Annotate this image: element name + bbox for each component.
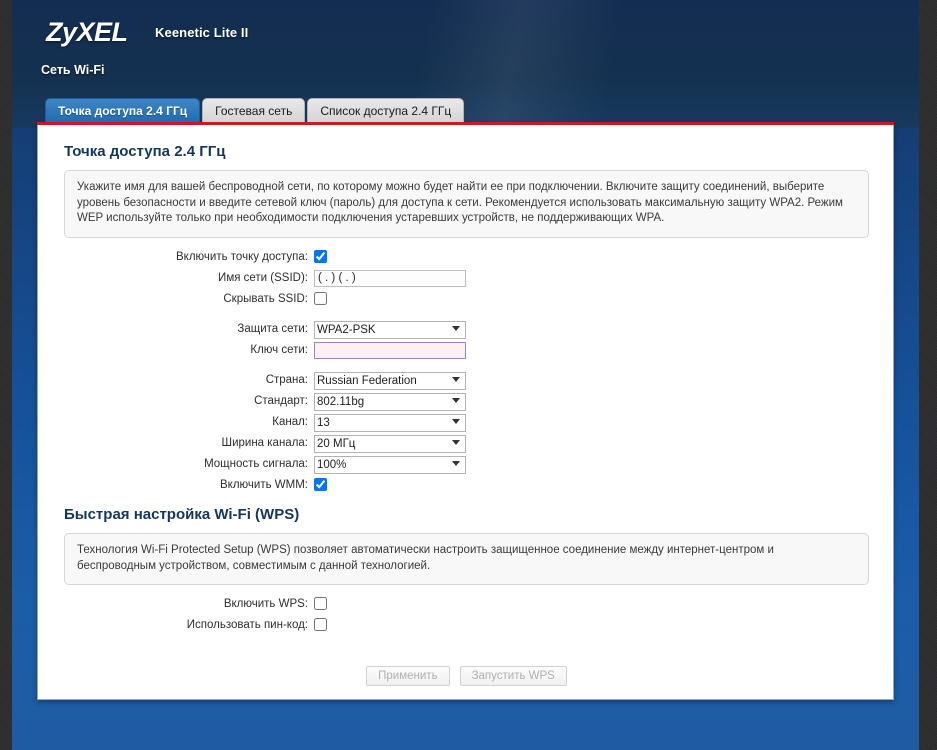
security-select[interactable]: WPA2-PSK <box>314 320 466 339</box>
channel-width-select-wrap: 20 МГц <box>314 434 466 453</box>
zyxel-logo: ZyXEL <box>46 17 128 47</box>
row-channel: Канал: 13 <box>38 413 895 432</box>
content-panel: Точка доступа 2.4 ГГц Укажите имя для ва… <box>37 122 894 700</box>
tab-access-list[interactable]: Список доступа 2.4 ГГц <box>307 98 465 123</box>
tab-bar: Точка доступа 2.4 ГГц Гостевая сеть Спис… <box>45 97 465 123</box>
standard-label: Стандарт: <box>254 394 308 407</box>
access-point-info-box: Укажите имя для вашей беспроводной сети,… <box>64 170 869 238</box>
country-select[interactable]: Russian Federation <box>314 371 466 390</box>
enable-wps-checkbox[interactable] <box>314 596 327 610</box>
browser-frame: ZyXEL Keenetic Lite II Сеть Wi-Fi Точка … <box>0 0 937 750</box>
hide-ssid-field <box>314 290 327 308</box>
enable-wps-field <box>314 595 327 613</box>
row-security: Защита сети: WPA2-PSK <box>38 320 895 339</box>
channel-select-wrap: 13 <box>314 413 466 432</box>
router-page: ZyXEL Keenetic Lite II Сеть Wi-Fi Точка … <box>12 0 919 750</box>
standard-select-wrap: 802.11bg <box>314 392 466 411</box>
wps-info-box: Технология Wi-Fi Protected Setup (WPS) п… <box>64 533 869 585</box>
row-channel-width: Ширина канала: 20 МГц <box>38 434 895 453</box>
use-pin-field <box>314 616 327 634</box>
country-field: Russian Federation <box>314 371 466 390</box>
country-label: Страна: <box>265 373 308 386</box>
tab-underline <box>37 122 894 125</box>
row-use-pin: Использовать пин-код: <box>38 616 895 633</box>
signal-power-label: Мощность сигнала: <box>204 457 308 470</box>
row-wmm: Включить WMM: <box>38 476 895 493</box>
tab-guest-network[interactable]: Гостевая сеть <box>202 98 306 123</box>
network-key-label: Ключ сети: <box>250 343 308 356</box>
enable-ap-label: Включить точку доступа: <box>176 250 308 263</box>
button-bar: Применить Запустить WPS <box>38 666 895 686</box>
use-pin-checkbox[interactable] <box>314 617 327 631</box>
breadcrumb: Сеть Wi-Fi <box>41 63 105 77</box>
wps-title: Быстрая настройка Wi-Fi (WPS) <box>64 506 300 523</box>
hide-ssid-label: Скрывать SSID: <box>223 292 308 305</box>
start-wps-button[interactable]: Запустить WPS <box>459 666 567 686</box>
ssid-input[interactable] <box>314 269 466 287</box>
enable-ap-field <box>314 248 327 266</box>
network-key-field <box>314 340 466 359</box>
channel-width-label: Ширина канала: <box>221 436 308 449</box>
access-point-form: Включить точку доступа: Имя сети (SSID):… <box>38 248 895 497</box>
row-enable-ap: Включить точку доступа: <box>38 248 895 265</box>
row-enable-wps: Включить WPS: <box>38 595 895 612</box>
enable-ap-checkbox[interactable] <box>314 249 327 263</box>
signal-power-select[interactable]: 100% <box>314 455 466 474</box>
wmm-field <box>314 476 327 494</box>
network-key-input[interactable] <box>314 341 466 359</box>
signal-power-select-wrap: 100% <box>314 455 466 474</box>
security-field: WPA2-PSK <box>314 320 466 339</box>
wmm-label: Включить WMM: <box>220 478 308 491</box>
standard-select[interactable]: 802.11bg <box>314 392 466 411</box>
tab-access-point[interactable]: Точка доступа 2.4 ГГц <box>45 98 201 123</box>
wps-form: Включить WPS: Использовать пин-код: <box>38 595 895 637</box>
row-hide-ssid: Скрывать SSID: <box>38 290 895 307</box>
ssid-label: Имя сети (SSID): <box>218 271 308 284</box>
country-select-wrap: Russian Federation <box>314 371 466 390</box>
device-model-label: Keenetic Lite II <box>155 25 249 40</box>
row-network-key: Ключ сети: <box>38 340 895 359</box>
row-signal-power: Мощность сигнала: 100% <box>38 455 895 474</box>
channel-width-field: 20 МГц <box>314 434 466 453</box>
ssid-field <box>314 268 466 287</box>
channel-label: Канал: <box>272 415 308 428</box>
channel-select[interactable]: 13 <box>314 413 466 432</box>
signal-power-field: 100% <box>314 455 466 474</box>
row-ssid: Имя сети (SSID): <box>38 268 895 287</box>
row-standard: Стандарт: 802.11bg <box>38 392 895 411</box>
access-point-title: Точка доступа 2.4 ГГц <box>64 143 226 160</box>
channel-width-select[interactable]: 20 МГц <box>314 434 466 453</box>
apply-button[interactable]: Применить <box>366 666 450 686</box>
security-select-wrap: WPA2-PSK <box>314 320 466 339</box>
use-pin-label: Использовать пин-код: <box>186 618 308 631</box>
security-label: Защита сети: <box>237 322 308 335</box>
wmm-checkbox[interactable] <box>314 477 327 491</box>
enable-wps-label: Включить WPS: <box>223 597 308 610</box>
standard-field: 802.11bg <box>314 392 466 411</box>
row-country: Страна: Russian Federation <box>38 371 895 390</box>
hide-ssid-checkbox[interactable] <box>314 291 327 305</box>
channel-field: 13 <box>314 413 466 432</box>
